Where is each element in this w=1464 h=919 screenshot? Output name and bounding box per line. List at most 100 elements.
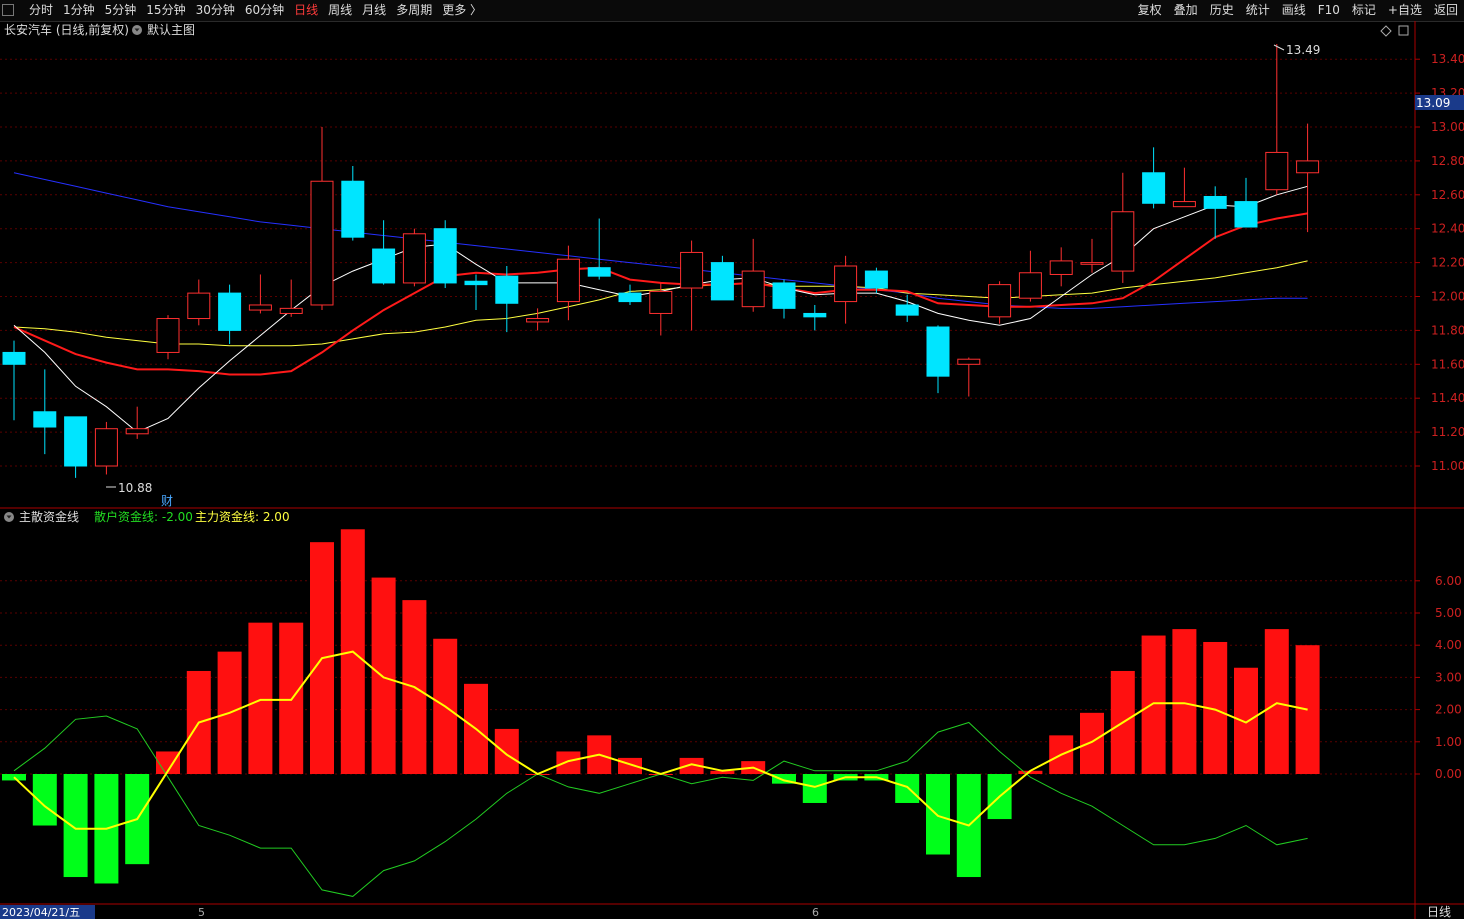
candle-body <box>526 318 550 323</box>
candle-body <box>895 304 919 316</box>
candle-body <box>864 270 888 289</box>
period-tab[interactable]: 分时 <box>24 0 58 21</box>
candle-body <box>556 258 580 303</box>
indicator-bar <box>1172 629 1197 774</box>
axis-tick-label: 4.00 <box>1435 638 1462 652</box>
stock-title[interactable]: 长安汽车 (日线,前复权) <box>4 22 129 37</box>
candle-body <box>957 358 981 365</box>
toolbar-button[interactable]: 统计 <box>1240 0 1276 21</box>
axis-tick-label: 5.00 <box>1435 606 1462 620</box>
candle-body <box>495 275 519 304</box>
candle-body <box>94 428 118 467</box>
candle-body <box>1203 195 1227 209</box>
indicator-bars <box>2 529 1320 884</box>
indicator-bar <box>926 774 950 855</box>
candle-body <box>2 351 26 365</box>
candle-body <box>33 411 57 428</box>
period-label: 日线 <box>1427 905 1451 919</box>
toolbar-button[interactable]: 标记 <box>1346 0 1382 21</box>
month-marker-6: 6 <box>812 906 819 919</box>
candle-body <box>433 228 457 284</box>
indicator-bar <box>371 577 396 774</box>
indicator-axis: 6.00 5.00 4.00 3.00 2.00 1.00 0.00 <box>1415 574 1462 781</box>
low-label: 10.88 <box>118 481 152 495</box>
period-tab[interactable]: 15分钟 <box>141 0 190 21</box>
axis-tick-label: 13.00 <box>1431 120 1464 134</box>
candle-body <box>741 270 765 308</box>
period-tab[interactable]: 月线 <box>357 0 391 21</box>
axis-tick-label: 2.00 <box>1435 703 1462 717</box>
axis-tick-label: 11.60 <box>1431 357 1464 371</box>
candle-body <box>587 267 611 277</box>
toolbar-button[interactable]: 返回 <box>1428 0 1464 21</box>
period-tab[interactable]: 日线 <box>289 0 323 21</box>
main-line-label: 主力资金线: 2.00 <box>195 509 290 524</box>
toolbar-button[interactable]: +自选 <box>1382 0 1428 21</box>
candle-body <box>988 284 1012 318</box>
candle-body <box>1111 211 1135 272</box>
chart-area: 13.4013.2013.0012.8012.6012.4012.2012.00… <box>0 21 1464 919</box>
toolbar-button[interactable]: F10 <box>1312 0 1346 21</box>
main-price-axis: 13.4013.2013.0012.8012.6012.4012.2012.00… <box>1415 52 1464 473</box>
period-tab[interactable]: 周线 <box>323 0 357 21</box>
date-label: 2023/04/21/五 <box>2 906 80 919</box>
indicator-bar <box>32 774 57 826</box>
finance-marker[interactable]: 财 <box>161 494 173 508</box>
axis-tick-label: 12.00 <box>1431 290 1464 304</box>
main-grid <box>0 58 1415 467</box>
candle-body <box>372 248 396 284</box>
indicator-bar <box>1080 712 1104 774</box>
indicator-bar <box>1264 629 1289 774</box>
price-tag: 13.09 <box>1416 96 1450 110</box>
top-toolbar: 分时 1分钟 5分钟 15分钟 30分钟 60分钟 日线 周线 月线 多周期 更多 〉 复权 叠加 历史… <box>0 0 1464 22</box>
period-tab[interactable]: 1分钟 <box>58 0 100 21</box>
panel-toggle-icon[interactable] <box>2 4 14 16</box>
candle-body <box>464 280 488 286</box>
axis-tick-label: 11.80 <box>1431 323 1464 337</box>
period-tab[interactable]: 30分钟 <box>191 0 240 21</box>
high-label: 13.49 <box>1286 43 1320 57</box>
period-tabs: 分时 1分钟 5分钟 15分钟 30分钟 60分钟 日线 周线 月线 多周期 更多 〉 <box>24 0 487 21</box>
candle-body <box>1234 201 1258 228</box>
period-tab[interactable]: 5分钟 <box>100 0 142 21</box>
toolbar-button[interactable]: 画线 <box>1276 0 1312 21</box>
candle-body <box>803 312 827 318</box>
indicator-bar <box>1234 667 1258 774</box>
indicator-grid <box>0 580 1415 775</box>
period-tab[interactable]: 多周期 <box>391 0 437 21</box>
toolbar-button[interactable]: 叠加 <box>1168 0 1204 21</box>
candle-body <box>1142 172 1166 204</box>
candle-body <box>710 262 734 301</box>
period-tab[interactable]: 更多 〉 <box>437 0 487 21</box>
candle-body <box>834 265 858 303</box>
toolbar-button[interactable]: 历史 <box>1204 0 1240 21</box>
diamond-icon[interactable] <box>1380 25 1392 37</box>
axis-tick-label: 6.00 <box>1435 574 1462 588</box>
period-tab[interactable]: 60分钟 <box>240 0 289 21</box>
candle-body <box>218 292 242 331</box>
indicator-bar <box>556 751 581 774</box>
axis-tick-label: 1.00 <box>1435 735 1462 749</box>
candle-body <box>1265 151 1289 191</box>
candle-body <box>125 428 149 435</box>
axis-tick-label: 11.00 <box>1431 459 1464 473</box>
candle-body <box>156 318 180 353</box>
indicator-bar <box>895 774 920 803</box>
candle-body <box>1172 201 1196 208</box>
axis-tick-label: 12.80 <box>1431 154 1464 168</box>
axis-tick-label: 11.20 <box>1431 425 1464 439</box>
candle-body <box>187 292 211 320</box>
candle-body <box>1296 160 1320 174</box>
candlesticks <box>2 43 1320 478</box>
candle-body <box>341 180 365 238</box>
indicator-bar <box>63 774 88 878</box>
candle-body <box>1018 272 1042 299</box>
candle-body <box>279 307 303 314</box>
candle-body <box>248 304 272 311</box>
toolbar-button[interactable]: 复权 <box>1132 0 1168 21</box>
template-label[interactable]: 默认主图 <box>147 22 195 37</box>
indicator-bar <box>802 774 827 803</box>
window-icon[interactable] <box>1398 25 1409 36</box>
candle-body <box>680 251 704 289</box>
indicator-title[interactable]: 主散资金线 <box>19 509 79 524</box>
